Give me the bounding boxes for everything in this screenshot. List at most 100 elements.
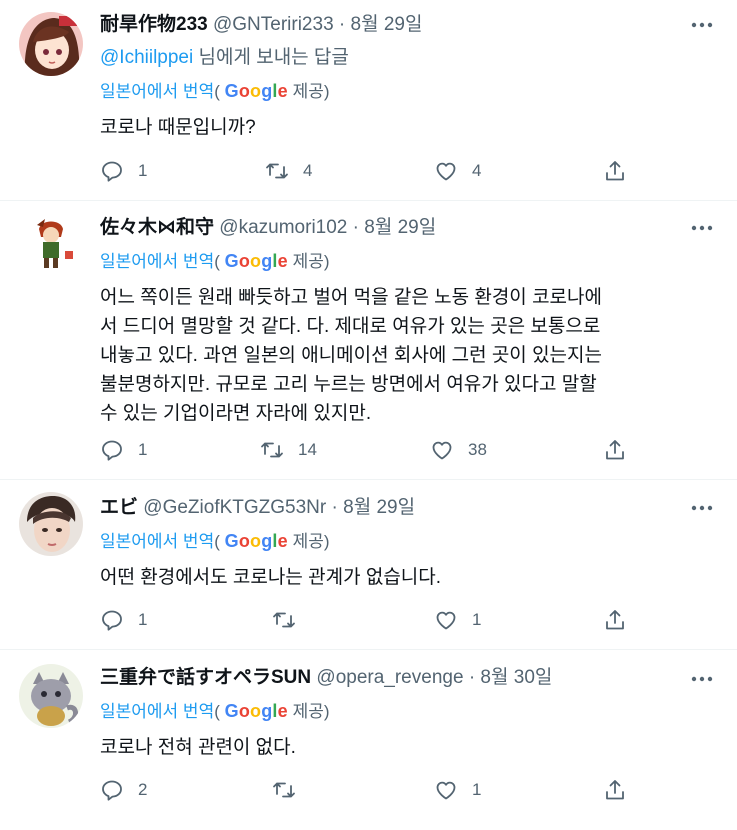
google-logo: Google bbox=[225, 81, 288, 101]
share-button[interactable] bbox=[603, 777, 627, 803]
display-name[interactable]: 耐旱作物233 bbox=[100, 14, 208, 35]
avatar[interactable] bbox=[19, 211, 83, 275]
reply-to-line: @Ichiilppei 님에게 보내는 답글 bbox=[100, 46, 349, 70]
translation-credit: 일본어에서 번역( Google 제공) bbox=[100, 250, 330, 273]
translate-suffix: 제공) bbox=[287, 532, 330, 551]
reply-button[interactable]: 1 bbox=[100, 607, 147, 633]
retweet-button[interactable]: 4 bbox=[265, 158, 312, 184]
user-handle[interactable]: @GeZiofKTGZG53Nr bbox=[143, 497, 326, 518]
like-count: 4 bbox=[472, 161, 482, 180]
more-options-icon[interactable] bbox=[689, 15, 715, 35]
avatar[interactable] bbox=[19, 664, 83, 728]
share-button[interactable] bbox=[603, 158, 627, 184]
translate-link[interactable]: 일본어에서 번역 bbox=[100, 702, 214, 721]
reply-icon bbox=[102, 780, 122, 801]
retweet-button[interactable] bbox=[272, 607, 310, 633]
reply-icon bbox=[102, 610, 122, 631]
share-icon bbox=[606, 440, 624, 460]
tweet-header: エビ @GeZiofKTGZG53Nr · 8월 29일 bbox=[100, 496, 415, 520]
tweet-text-line: 어느 쪽이든 원래 빠듯하고 벌어 먹을 같은 노동 환경이 코로나에 bbox=[100, 287, 602, 308]
share-button[interactable] bbox=[603, 607, 627, 633]
avatar[interactable] bbox=[19, 492, 83, 556]
share-button[interactable] bbox=[603, 437, 627, 463]
like-button[interactable]: 38 bbox=[430, 437, 487, 463]
google-logo: Google bbox=[225, 531, 288, 551]
reply-icon bbox=[102, 161, 122, 182]
separator-dot: · bbox=[468, 667, 476, 688]
translate-link[interactable]: 일본어에서 번역 bbox=[100, 252, 214, 271]
google-logo-letter: g bbox=[261, 81, 273, 101]
tweet-text-line: 서 드디어 멸망할 것 같다. 다. 제대로 여유가 있는 곳은 보통으로 bbox=[100, 316, 601, 337]
separator-dot: · bbox=[331, 497, 338, 518]
retweet-count: 14 bbox=[298, 440, 317, 459]
google-logo: Google bbox=[225, 251, 288, 271]
more-options-icon[interactable] bbox=[689, 498, 715, 518]
google-logo-letter: o bbox=[238, 81, 251, 101]
more-options-icon[interactable] bbox=[689, 669, 715, 689]
translation-credit: 일본어에서 번역( Google 제공) bbox=[100, 700, 330, 723]
tweet-actions: 1 1 bbox=[100, 607, 640, 633]
tweet-date[interactable]: 8월 29일 bbox=[343, 497, 415, 518]
google-logo-letter: e bbox=[277, 81, 288, 101]
google-logo-letter: o bbox=[250, 531, 262, 551]
retweet-button[interactable] bbox=[272, 777, 310, 803]
translation-credit: 일본어에서 번역( Google 제공) bbox=[100, 530, 330, 553]
display-name[interactable]: 佐々木⋈和守 bbox=[100, 217, 214, 238]
like-button[interactable]: 1 bbox=[434, 607, 481, 633]
google-logo-letter: o bbox=[250, 251, 262, 271]
display-name[interactable]: エビ bbox=[100, 497, 138, 518]
share-icon bbox=[606, 610, 624, 630]
tweet-actions: 2 1 bbox=[100, 777, 640, 803]
reply-button[interactable]: 2 bbox=[100, 777, 147, 803]
user-handle[interactable]: @kazumori102 bbox=[219, 217, 347, 238]
separator-dot: · bbox=[338, 14, 346, 35]
user-handle[interactable]: @GNTeriri233 bbox=[213, 14, 334, 35]
mention-link[interactable]: @Ichiilppei bbox=[100, 47, 193, 68]
tweet-text: 어떤 환경에서도 코로나는 관계가 없습니다. bbox=[100, 567, 442, 588]
tweet-date[interactable]: 8월 30일 bbox=[480, 667, 552, 688]
translate-link[interactable]: 일본어에서 번역 bbox=[100, 532, 214, 551]
avatar[interactable] bbox=[19, 12, 83, 76]
translate-suffix: 제공) bbox=[287, 252, 330, 271]
google-logo-letter: g bbox=[261, 531, 273, 551]
google-logo-letter: g bbox=[261, 251, 273, 271]
more-options-icon[interactable] bbox=[689, 218, 715, 238]
retweet-icon bbox=[261, 442, 283, 458]
google-logo-letter: e bbox=[277, 251, 288, 271]
reply-to-text: 님에게 보내는 답글 bbox=[193, 47, 349, 68]
reply-count: 1 bbox=[138, 610, 148, 629]
tweet-date[interactable]: 8월 29일 bbox=[351, 14, 423, 35]
display-name[interactable]: 三重弁で話すオペラSUN bbox=[100, 667, 311, 688]
tweet-text: 어느 쪽이든 원래 빠듯하고 벌어 먹을 같은 노동 환경이 코로나에 서 드디… bbox=[100, 283, 730, 428]
google-logo: Google bbox=[225, 701, 288, 721]
tweet-date[interactable]: 8월 29일 bbox=[364, 217, 436, 238]
separator-dot: · bbox=[352, 217, 359, 238]
translation-credit: 일본어에서 번역( Google 제공) bbox=[100, 80, 330, 103]
share-icon bbox=[606, 161, 624, 181]
retweet-icon bbox=[266, 163, 288, 179]
retweet-icon bbox=[273, 612, 295, 628]
paren-open: ( bbox=[214, 82, 220, 101]
heart-icon bbox=[436, 611, 456, 630]
like-count: 1 bbox=[472, 780, 482, 799]
tweet-text-line: 불분명하지만. 규모로 고리 누르는 방면에서 여유가 있다고 말할 bbox=[100, 374, 597, 395]
tweet-actions: 1 4 4 bbox=[100, 158, 640, 184]
google-logo-letter: G bbox=[224, 81, 239, 101]
paren-open: ( bbox=[214, 532, 220, 551]
tweet-actions: 1 14 38 bbox=[100, 437, 640, 463]
tweet-header: 佐々木⋈和守 @kazumori102 · 8월 29일 bbox=[100, 216, 436, 240]
tweet-text-line: 수 있는 기업이라면 자라에 있지만. bbox=[100, 403, 372, 424]
like-button[interactable]: 1 bbox=[434, 777, 481, 803]
heart-icon bbox=[436, 781, 456, 800]
tweet-text: 코로나 때문입니까? bbox=[100, 117, 256, 138]
reply-count: 1 bbox=[138, 440, 148, 459]
google-logo-letter: g bbox=[261, 701, 273, 721]
translate-suffix: 제공) bbox=[287, 702, 330, 721]
reply-button[interactable]: 1 bbox=[100, 437, 147, 463]
reply-button[interactable]: 1 bbox=[100, 158, 147, 184]
retweet-button[interactable]: 14 bbox=[260, 437, 317, 463]
user-handle[interactable]: @opera_revenge bbox=[316, 667, 463, 688]
like-button[interactable]: 4 bbox=[434, 158, 481, 184]
reply-count: 1 bbox=[138, 161, 148, 180]
translate-link[interactable]: 일본어에서 번역 bbox=[100, 82, 214, 101]
